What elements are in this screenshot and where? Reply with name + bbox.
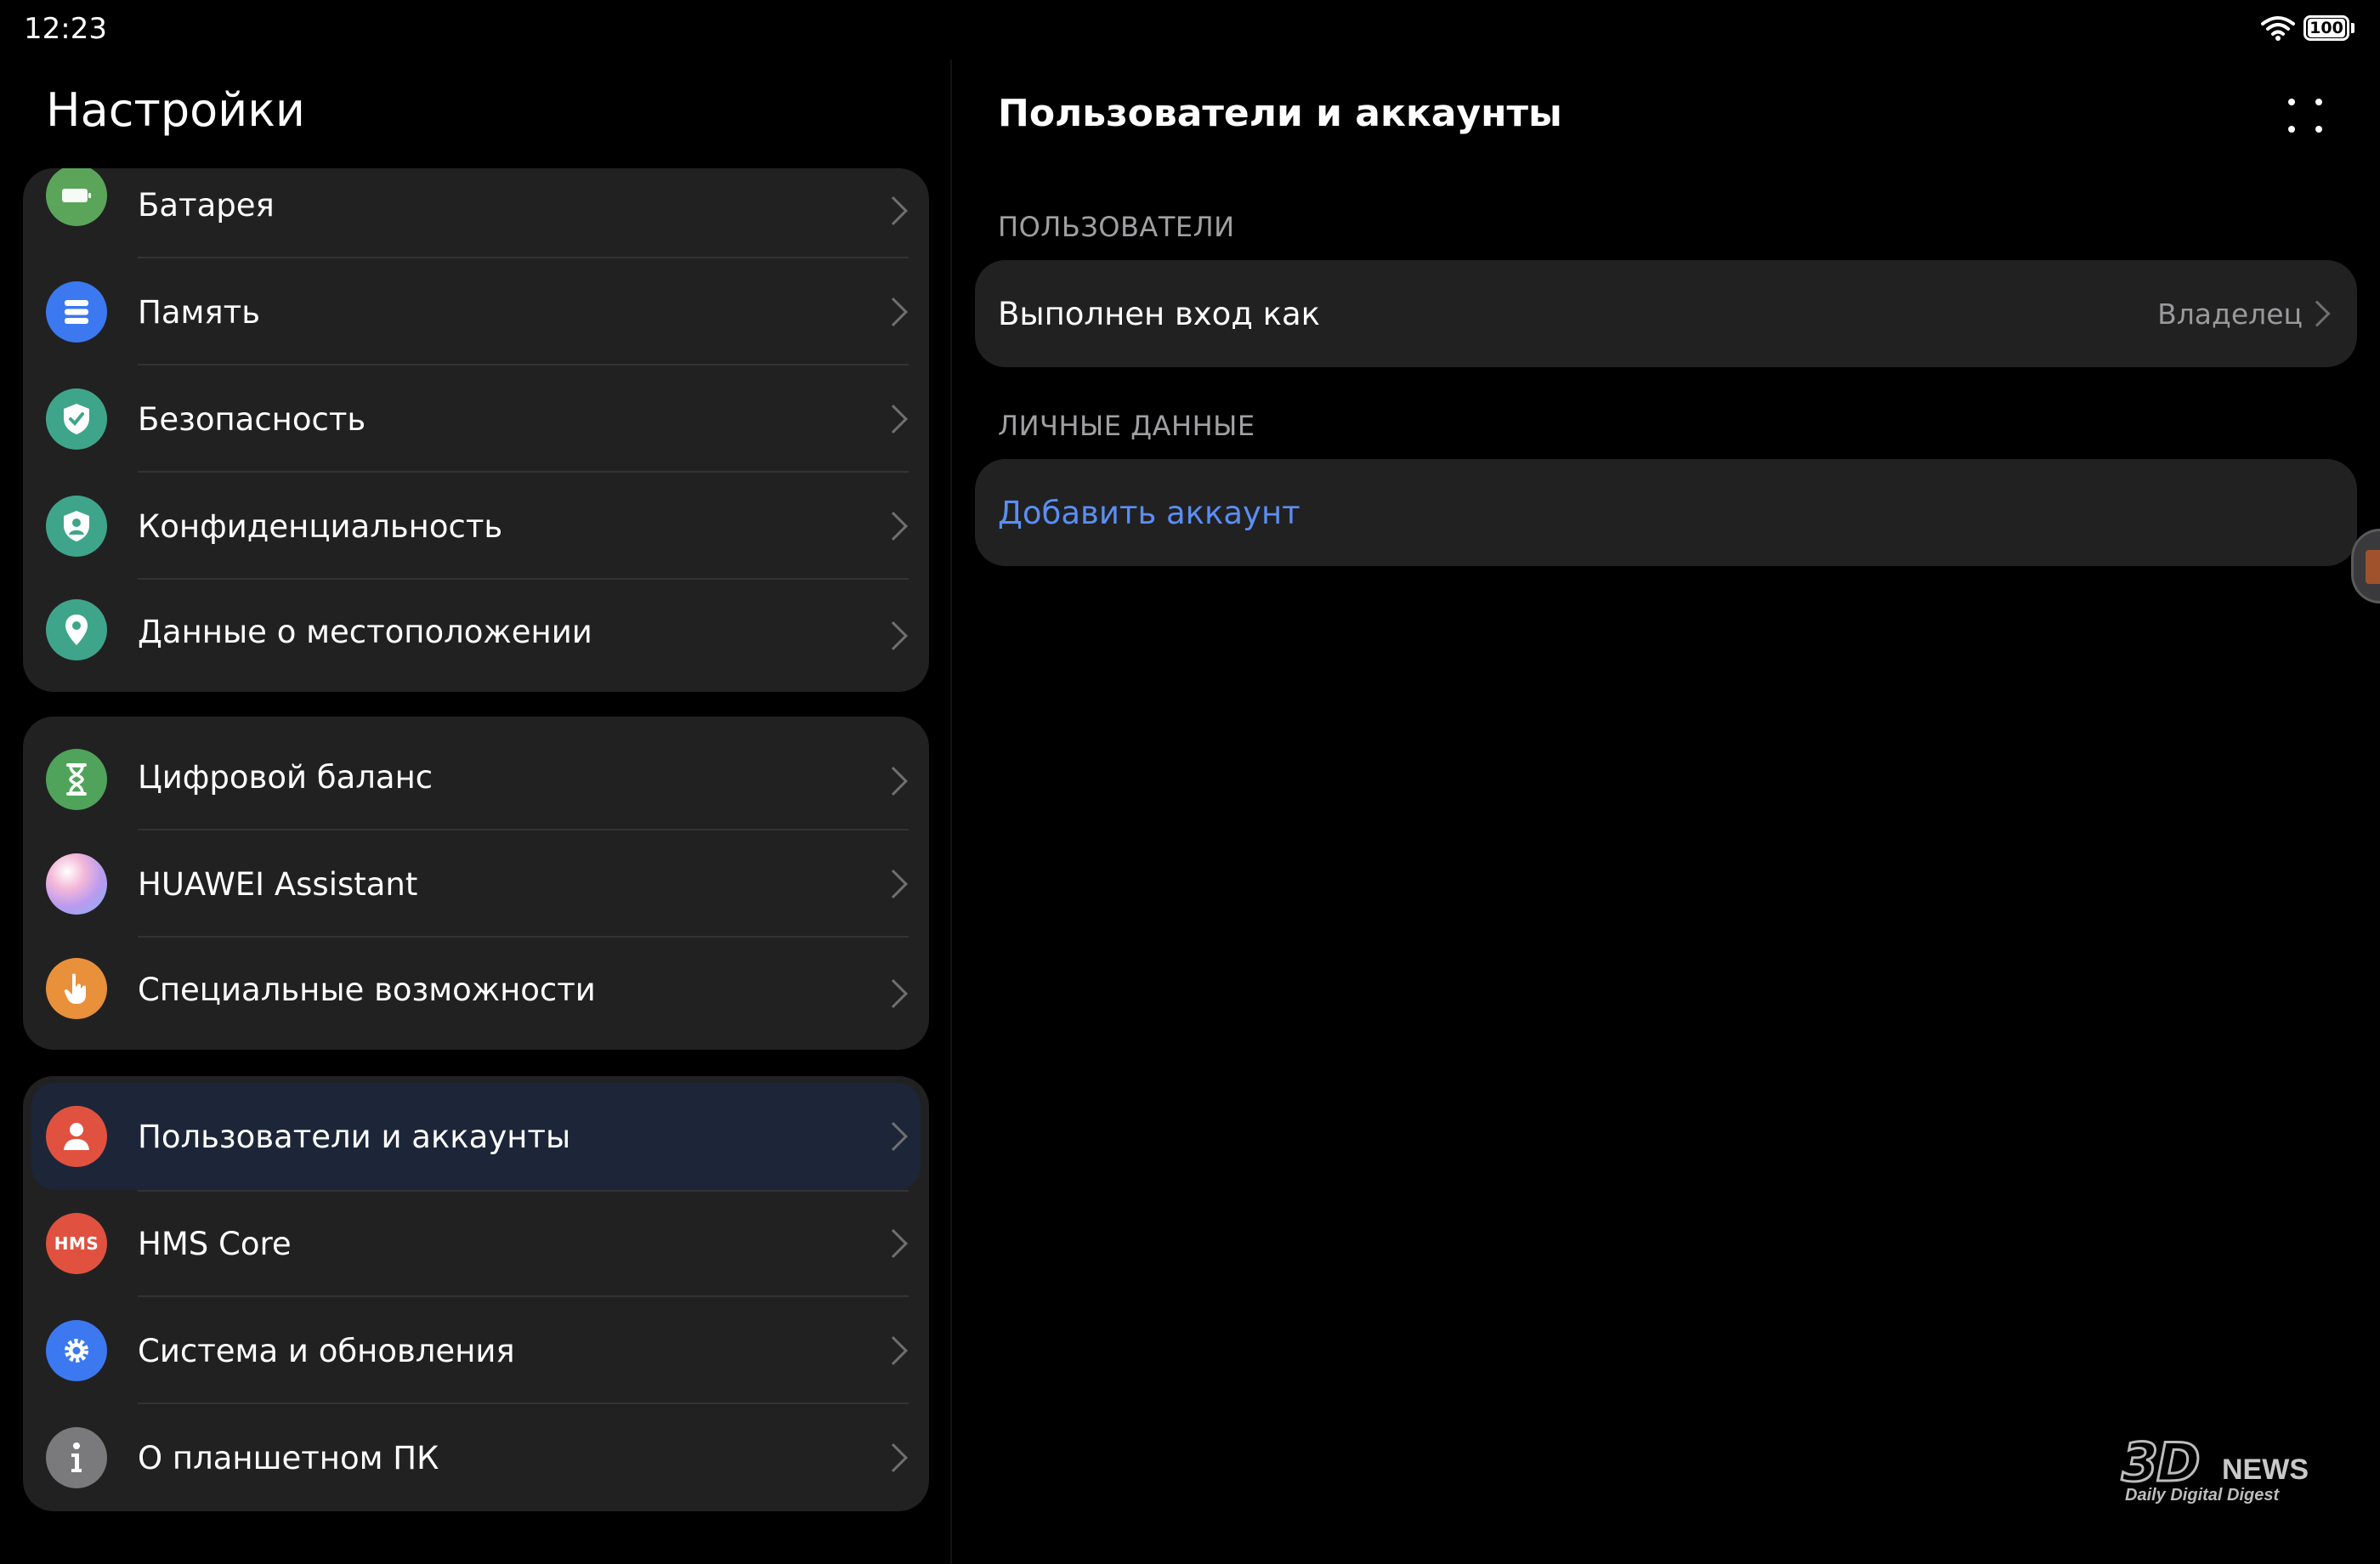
- assistant-icon: [46, 853, 107, 915]
- detail-title: Пользователи и аккаунты: [998, 92, 1562, 135]
- settings-group-3: Пользователи и аккаунты HMS HMS Core Сис…: [23, 1076, 929, 1511]
- info-icon: [46, 1427, 107, 1488]
- chevron-right-icon: [879, 767, 908, 796]
- signed-in-as-row[interactable]: Выполнен вход как Владелец: [975, 260, 2357, 367]
- settings-item-security[interactable]: Безопасность: [23, 366, 929, 473]
- storage-icon: [46, 281, 107, 343]
- settings-item-digital-balance[interactable]: Цифровой баланс: [23, 717, 929, 830]
- settings-item-huawei-assistant[interactable]: HUAWEI Assistant: [23, 830, 929, 938]
- settings-item-label: Батарея: [138, 187, 275, 224]
- settings-item-label: Пользователи и аккаунты: [138, 1118, 571, 1155]
- chevron-right-icon: [879, 1122, 908, 1151]
- settings-item-storage[interactable]: Память: [23, 258, 929, 366]
- hms-icon-text: HMS: [54, 1233, 99, 1254]
- settings-item-about-tablet[interactable]: О планшетном ПК: [23, 1404, 929, 1511]
- add-account-row[interactable]: Добавить аккаунт: [975, 459, 2357, 566]
- settings-item-label: Данные о местоположении: [138, 614, 592, 650]
- settings-item-location[interactable]: Данные о местоположении: [23, 580, 929, 692]
- settings-item-label: Цифровой баланс: [138, 759, 434, 796]
- hourglass-icon: [46, 749, 107, 810]
- settings-item-label: Память: [138, 293, 261, 331]
- watermark-tagline: Daily Digital Digest: [2125, 1486, 2280, 1504]
- settings-item-label: Система и обновления: [138, 1332, 515, 1369]
- detail-pane: Пользователи и аккаунты ПОЛЬЗОВАТЕЛИ Вып…: [952, 0, 2380, 1564]
- settings-item-battery[interactable]: Батарея: [23, 168, 929, 258]
- more-options-icon[interactable]: [2288, 99, 2322, 133]
- signed-in-as-label: Выполнен вход как: [998, 295, 1321, 332]
- watermark-news: NEWS: [2222, 1454, 2309, 1486]
- chevron-right-icon: [879, 512, 908, 541]
- watermark-3d: 3D: [2121, 1431, 2202, 1495]
- settings-item-label: HMS Core: [138, 1225, 292, 1262]
- chevron-right-icon: [2304, 300, 2331, 327]
- chevron-right-icon: [879, 405, 908, 434]
- settings-item-users-accounts[interactable]: Пользователи и аккаунты: [31, 1083, 921, 1190]
- settings-item-label: Безопасность: [138, 400, 366, 438]
- settings-group-2: Цифровой баланс HUAWEI Assistant Специал…: [23, 717, 929, 1050]
- settings-item-accessibility[interactable]: Специальные возможности: [23, 938, 929, 1050]
- chevron-right-icon: [879, 298, 908, 326]
- settings-item-label: Специальные возможности: [138, 972, 596, 1008]
- chevron-right-icon: [879, 870, 908, 898]
- settings-item-label: О планшетном ПК: [138, 1439, 439, 1476]
- section-header-personal-data: ЛИЧНЫЕ ДАННЫЕ: [998, 410, 1255, 442]
- hms-icon: HMS: [46, 1213, 107, 1274]
- settings-group-1: Батарея Память Безопасность Конфиденциал…: [23, 168, 929, 692]
- chevron-right-icon: [879, 1336, 908, 1365]
- chevron-right-icon: [879, 1229, 908, 1258]
- settings-item-label: Конфиденциальность: [138, 507, 503, 545]
- security-shield-icon: [46, 388, 107, 450]
- privacy-shield-icon: [46, 496, 107, 557]
- signed-in-as-value: Владелец: [2157, 297, 2303, 331]
- settings-item-hms-core[interactable]: HMS HMS Core: [23, 1190, 929, 1297]
- settings-item-privacy[interactable]: Конфиденциальность: [23, 473, 929, 580]
- chevron-right-icon: [879, 196, 908, 225]
- chevron-right-icon: [879, 621, 908, 650]
- accessibility-hand-icon: [46, 958, 107, 1019]
- watermark-logo: 3D NEWS Daily Digital Digest: [2121, 1431, 2343, 1508]
- add-account-link[interactable]: Добавить аккаунт: [998, 495, 1300, 531]
- gear-icon: [46, 1320, 107, 1381]
- chevron-right-icon: [879, 979, 908, 1008]
- settings-pane: Настройки Батарея Память Безопасность Ко…: [0, 0, 950, 1564]
- chevron-right-icon: [879, 1443, 908, 1472]
- location-pin-icon: [46, 599, 107, 660]
- user-icon: [46, 1106, 107, 1167]
- battery-icon: [46, 168, 107, 226]
- settings-item-system-updates[interactable]: Система и обновления: [23, 1297, 929, 1404]
- settings-item-label: HUAWEI Assistant: [138, 865, 418, 903]
- page-title: Настройки: [46, 83, 305, 137]
- section-header-users: ПОЛЬЗОВАТЕЛИ: [998, 211, 1235, 243]
